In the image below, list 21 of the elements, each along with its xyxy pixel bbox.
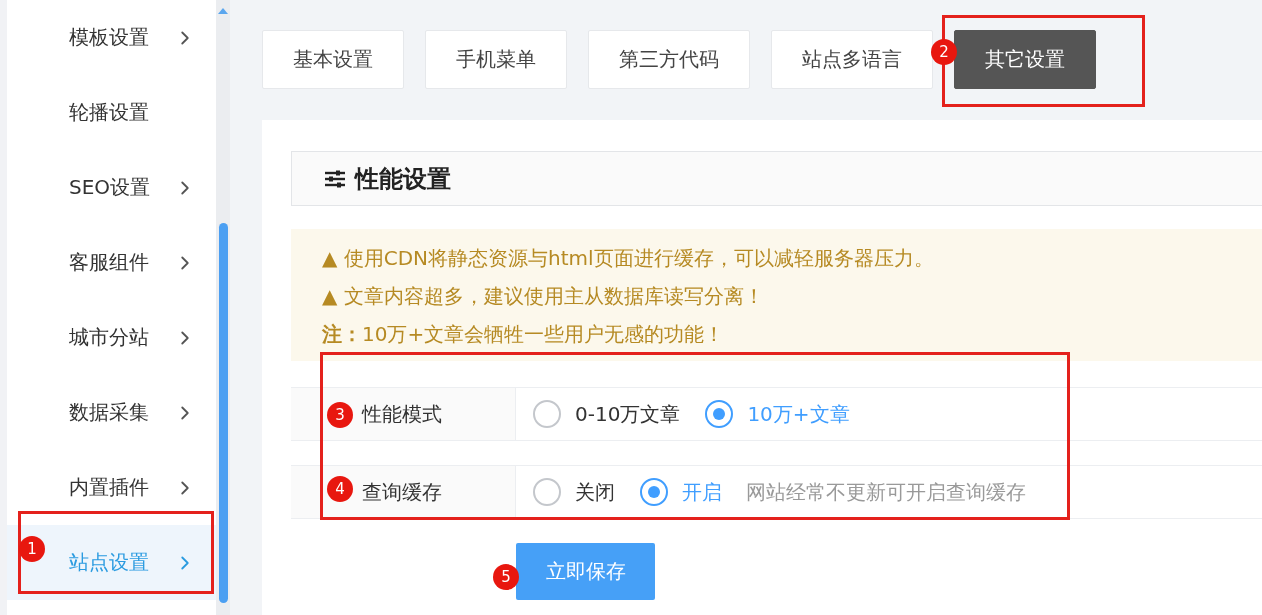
radio-button[interactable] xyxy=(640,478,668,506)
notice-line: 注：10万+文章会牺牲一些用户无感的功能！ xyxy=(322,321,726,348)
sliders-icon xyxy=(325,169,345,188)
notice-line: ▲ 使用CDN将静态资源与html页面进行缓存，可以减轻服务器压力。 xyxy=(322,245,935,272)
radio-button[interactable] xyxy=(533,400,561,428)
radio-button[interactable] xyxy=(533,478,561,506)
hint-text: 网站经常不更新可开启查询缓存 xyxy=(746,478,1026,506)
tab[interactable]: 手机菜单 xyxy=(425,30,567,89)
scrollbar-thumb[interactable] xyxy=(218,223,228,603)
step-marker: 5 xyxy=(493,564,519,590)
tab[interactable]: 第三方代码 xyxy=(588,30,750,89)
notice-line: ▲ 文章内容超多，建议使用主从数据库读写分离！ xyxy=(322,283,765,310)
tab[interactable]: 基本设置 xyxy=(262,30,404,89)
radio-label[interactable]: 0-10万文章 xyxy=(575,400,681,428)
tab[interactable]: 站点多语言 xyxy=(771,30,933,89)
radio-label[interactable]: 关闭 xyxy=(575,478,615,506)
tab[interactable]: 其它设置 xyxy=(954,30,1096,89)
scroll-up-arrow-icon[interactable] xyxy=(218,8,228,14)
radio-button[interactable] xyxy=(705,400,734,428)
section-title: 性能设置 xyxy=(355,163,451,195)
step-marker: 2 xyxy=(931,39,957,65)
